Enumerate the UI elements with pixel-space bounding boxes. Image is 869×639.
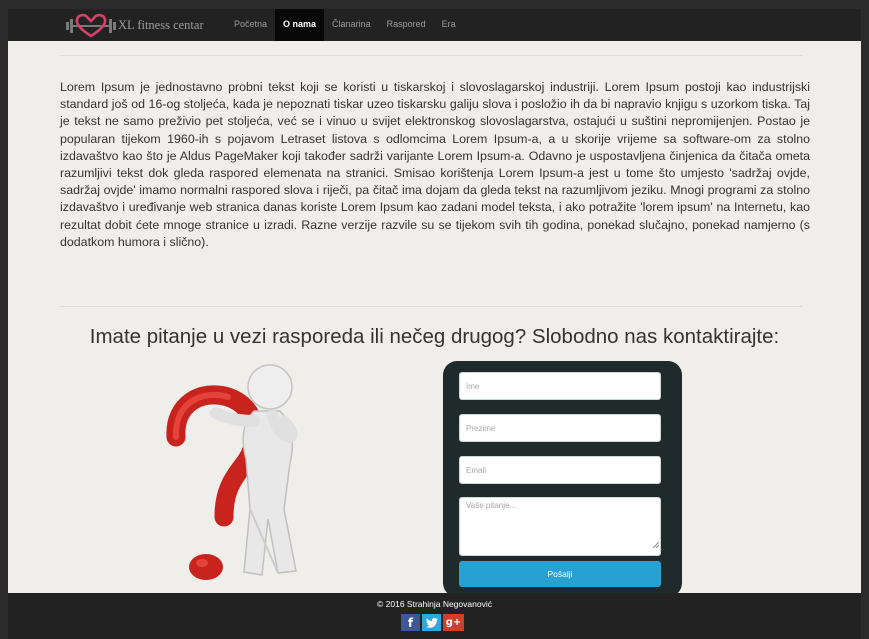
submit-button[interactable]: Pošalji	[459, 561, 661, 587]
page-frame: XL fitness centar Početna O nama Članari…	[8, 9, 861, 639]
nav-item-clanarina[interactable]: Članarina	[324, 9, 379, 41]
navbar: XL fitness centar Početna O nama Članari…	[8, 9, 861, 41]
facebook-icon[interactable]: f	[401, 614, 420, 631]
brand-name: XL fitness centar	[118, 17, 204, 32]
twitter-bird-icon	[425, 617, 438, 628]
nav-item-raspored[interactable]: Raspored	[379, 9, 434, 41]
footer: © 2016 Strahinja Negovanović f g+	[8, 593, 861, 639]
brand[interactable]: XL fitness centar	[60, 9, 204, 41]
nav-item-era[interactable]: Era	[434, 9, 464, 41]
google-plus-icon[interactable]: g+	[443, 614, 464, 631]
contact-heading: Imate pitanje u vezi rasporeda ili nečeg…	[89, 325, 780, 348]
resize-handle-icon[interactable]	[652, 541, 659, 548]
heart-barbell-icon	[66, 13, 116, 38]
contact-form: Pošalji	[443, 361, 682, 597]
email-field[interactable]	[459, 456, 661, 484]
last-name-field[interactable]	[459, 414, 661, 442]
copyright-text: © 2016 Strahinja Negovanović	[377, 599, 492, 609]
social-links: f g+	[401, 614, 464, 631]
nav-item-pocetna[interactable]: Početna	[226, 9, 275, 41]
main-nav: Početna O nama Članarina Raspored Era	[226, 9, 464, 41]
about-paragraph: Lorem Ipsum je jednostavno probni tekst …	[60, 80, 810, 249]
nav-item-o-nama[interactable]: O nama	[275, 9, 325, 41]
twitter-icon[interactable]	[422, 614, 441, 631]
question-mark-figure-icon	[166, 364, 298, 580]
question-textarea[interactable]	[459, 497, 661, 556]
divider-middle	[60, 306, 802, 307]
divider-top	[60, 55, 802, 56]
first-name-field[interactable]	[459, 372, 661, 400]
